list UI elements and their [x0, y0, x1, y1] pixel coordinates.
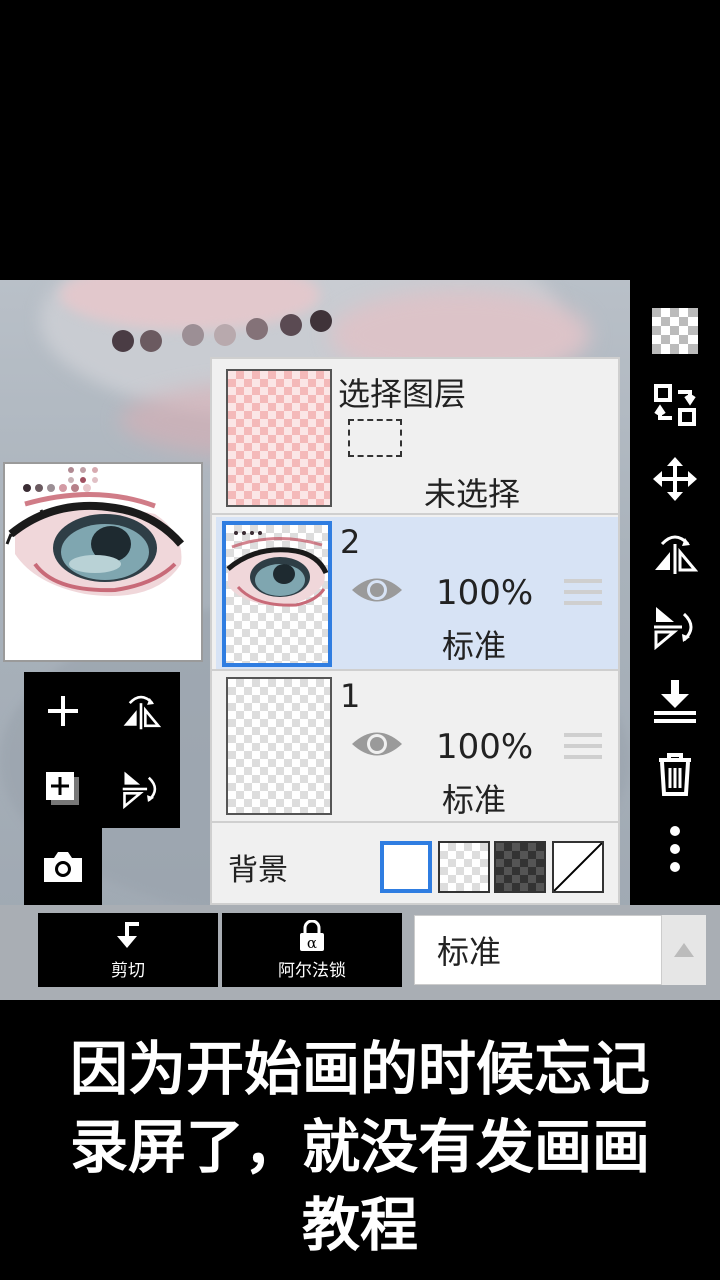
- background-white-swatch[interactable]: [380, 841, 432, 893]
- flip-horizontal-icon[interactable]: [640, 516, 710, 590]
- layer-opacity: 100%: [436, 573, 534, 613]
- merge-down-icon[interactable]: [640, 664, 710, 738]
- transparency-icon[interactable]: [640, 294, 710, 368]
- background-transparent-swatch[interactable]: [438, 841, 490, 893]
- subtitle-line: 因为开始画的时候忘记: [69, 1035, 650, 1103]
- background-label: 背景: [228, 853, 288, 888]
- layer-opacity: 100%: [436, 727, 534, 767]
- layer-thumbnail: [222, 521, 332, 667]
- divider: [212, 513, 618, 515]
- add-layer-icon[interactable]: [24, 672, 102, 750]
- svg-text:α: α: [307, 934, 317, 952]
- lock-icon: α: [300, 919, 324, 952]
- layer-thumbnail: [226, 677, 332, 815]
- layer-number: 2: [340, 523, 361, 561]
- selection-marquee-icon: [348, 419, 402, 457]
- visibility-eye-icon[interactable]: [350, 573, 404, 607]
- flip-vertical-icon[interactable]: [102, 750, 180, 828]
- alpha-lock-button[interactable]: α 阿尔法锁: [222, 913, 402, 987]
- left-tool-palette: [24, 672, 180, 828]
- layer-panel: 选择图层 未选择 2 100% 标准 1 100% 标准 背景: [210, 357, 620, 905]
- flip-horizontal-icon[interactable]: [102, 672, 180, 750]
- reference-preview[interactable]: [3, 462, 203, 662]
- more-vertical-icon[interactable]: [640, 812, 710, 886]
- camera-icon[interactable]: [24, 828, 102, 906]
- drawing-app: 选择图层 未选择 2 100% 标准 1 100% 标准 背景 剪切 α 阿尔法…: [0, 280, 720, 1000]
- subtitle-line: 教程: [301, 1191, 418, 1259]
- layer-row[interactable]: 2 100% 标准: [216, 517, 618, 671]
- layer-swap-icon[interactable]: [640, 368, 710, 442]
- blend-mode-dropdown-button[interactable]: [662, 915, 706, 985]
- selection-layer-title: 选择图层: [338, 375, 467, 413]
- bottom-action-bar: 剪切 α 阿尔法锁 标准: [0, 905, 720, 1000]
- move-icon[interactable]: [640, 442, 710, 516]
- blend-mode-select[interactable]: 标准: [414, 915, 662, 985]
- left-tool-palette-camera: [24, 828, 102, 906]
- alpha-lock-label: 阿尔法锁: [278, 960, 346, 981]
- visibility-eye-icon[interactable]: [350, 727, 404, 761]
- video-subtitle: 因为开始画的时候忘记 录屏了，就没有发画画 教程: [0, 1030, 720, 1264]
- layer-number: 1: [340, 677, 361, 715]
- selection-layer-row[interactable]: 选择图层 未选择: [212, 359, 618, 513]
- layer-row[interactable]: 1 100% 标准: [216, 671, 618, 825]
- clip-arrow-icon: [117, 921, 139, 948]
- background-dark-swatch[interactable]: [494, 841, 546, 893]
- subtitle-line: 录屏了，就没有发画画: [69, 1113, 650, 1181]
- trash-icon[interactable]: [640, 738, 710, 812]
- clip-button[interactable]: 剪切: [38, 913, 218, 987]
- clip-label: 剪切: [111, 960, 145, 981]
- add-copy-icon[interactable]: [24, 750, 102, 828]
- drag-handle-icon[interactable]: [564, 579, 602, 605]
- blend-mode-value: 标准: [437, 933, 502, 971]
- selection-status: 未选择: [424, 475, 521, 513]
- right-toolbar: [630, 280, 720, 905]
- flip-vertical-icon[interactable]: [640, 590, 710, 664]
- layer-blend-mode: 标准: [442, 627, 507, 665]
- chevron-up-icon: [674, 943, 694, 957]
- selection-layer-thumbnail: [226, 369, 332, 507]
- layer-blend-mode: 标准: [442, 781, 507, 819]
- drag-handle-icon[interactable]: [564, 733, 602, 759]
- background-none-swatch[interactable]: [552, 841, 604, 893]
- background-row: 背景: [212, 823, 618, 903]
